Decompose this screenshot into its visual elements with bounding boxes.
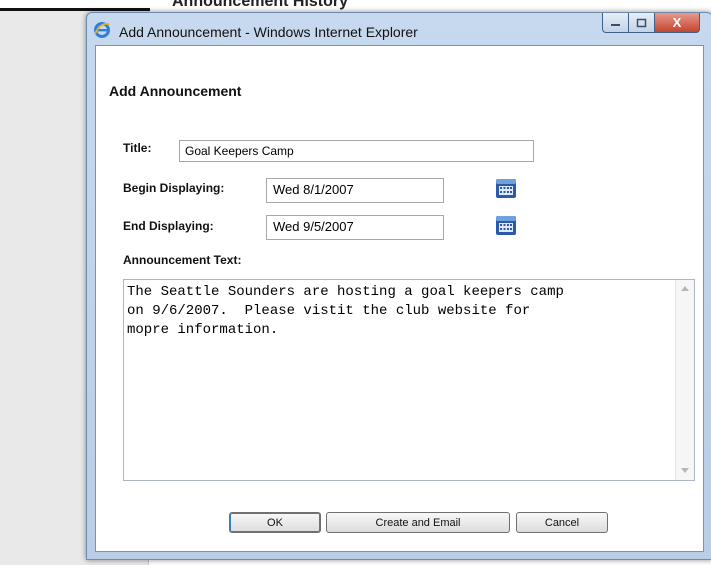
maximize-button[interactable] xyxy=(629,13,655,33)
minimize-button[interactable] xyxy=(602,13,629,33)
close-button[interactable]: X xyxy=(655,13,700,33)
maximize-icon xyxy=(636,18,647,27)
minimize-icon xyxy=(611,23,620,26)
close-icon: X xyxy=(672,15,682,30)
end-date-input[interactable]: Wed 9/5/2007 xyxy=(266,215,444,240)
vertical-scrollbar[interactable] xyxy=(675,280,694,480)
scroll-up-arrow-icon[interactable] xyxy=(681,286,689,291)
dialog-content: Add Announcement Title: Goal Keepers Cam… xyxy=(95,45,704,552)
announcement-text-area[interactable]: The Seattle Sounders are hosting a goal … xyxy=(123,279,695,481)
dialog-window: Add Announcement - Windows Internet Expl… xyxy=(86,12,711,560)
calendar-icon[interactable] xyxy=(495,177,517,199)
title-label: Title: xyxy=(123,141,152,155)
window-title: Add Announcement - Windows Internet Expl… xyxy=(119,24,418,40)
create-and-email-button[interactable]: Create and Email xyxy=(326,512,510,533)
begin-displaying-label: Begin Displaying: xyxy=(123,181,225,195)
background-heading: Announcement History xyxy=(172,0,349,10)
caption-buttons: X xyxy=(602,13,700,33)
title-bar[interactable]: Add Announcement - Windows Internet Expl… xyxy=(87,13,711,45)
calendar-icon[interactable] xyxy=(495,214,517,236)
scroll-down-arrow-icon[interactable] xyxy=(681,468,689,473)
begin-date-input[interactable]: Wed 8/1/2007 xyxy=(266,178,444,203)
announcement-text-content[interactable]: The Seattle Sounders are hosting a goal … xyxy=(127,283,667,340)
end-displaying-label: End Displaying: xyxy=(123,219,214,233)
dialog-heading: Add Announcement xyxy=(109,83,242,99)
cancel-button[interactable]: Cancel xyxy=(516,512,608,533)
ok-button[interactable]: OK xyxy=(229,512,321,533)
title-input[interactable]: Goal Keepers Camp xyxy=(179,140,534,162)
ie-icon xyxy=(94,22,110,38)
announcement-text-label: Announcement Text: xyxy=(123,253,242,267)
